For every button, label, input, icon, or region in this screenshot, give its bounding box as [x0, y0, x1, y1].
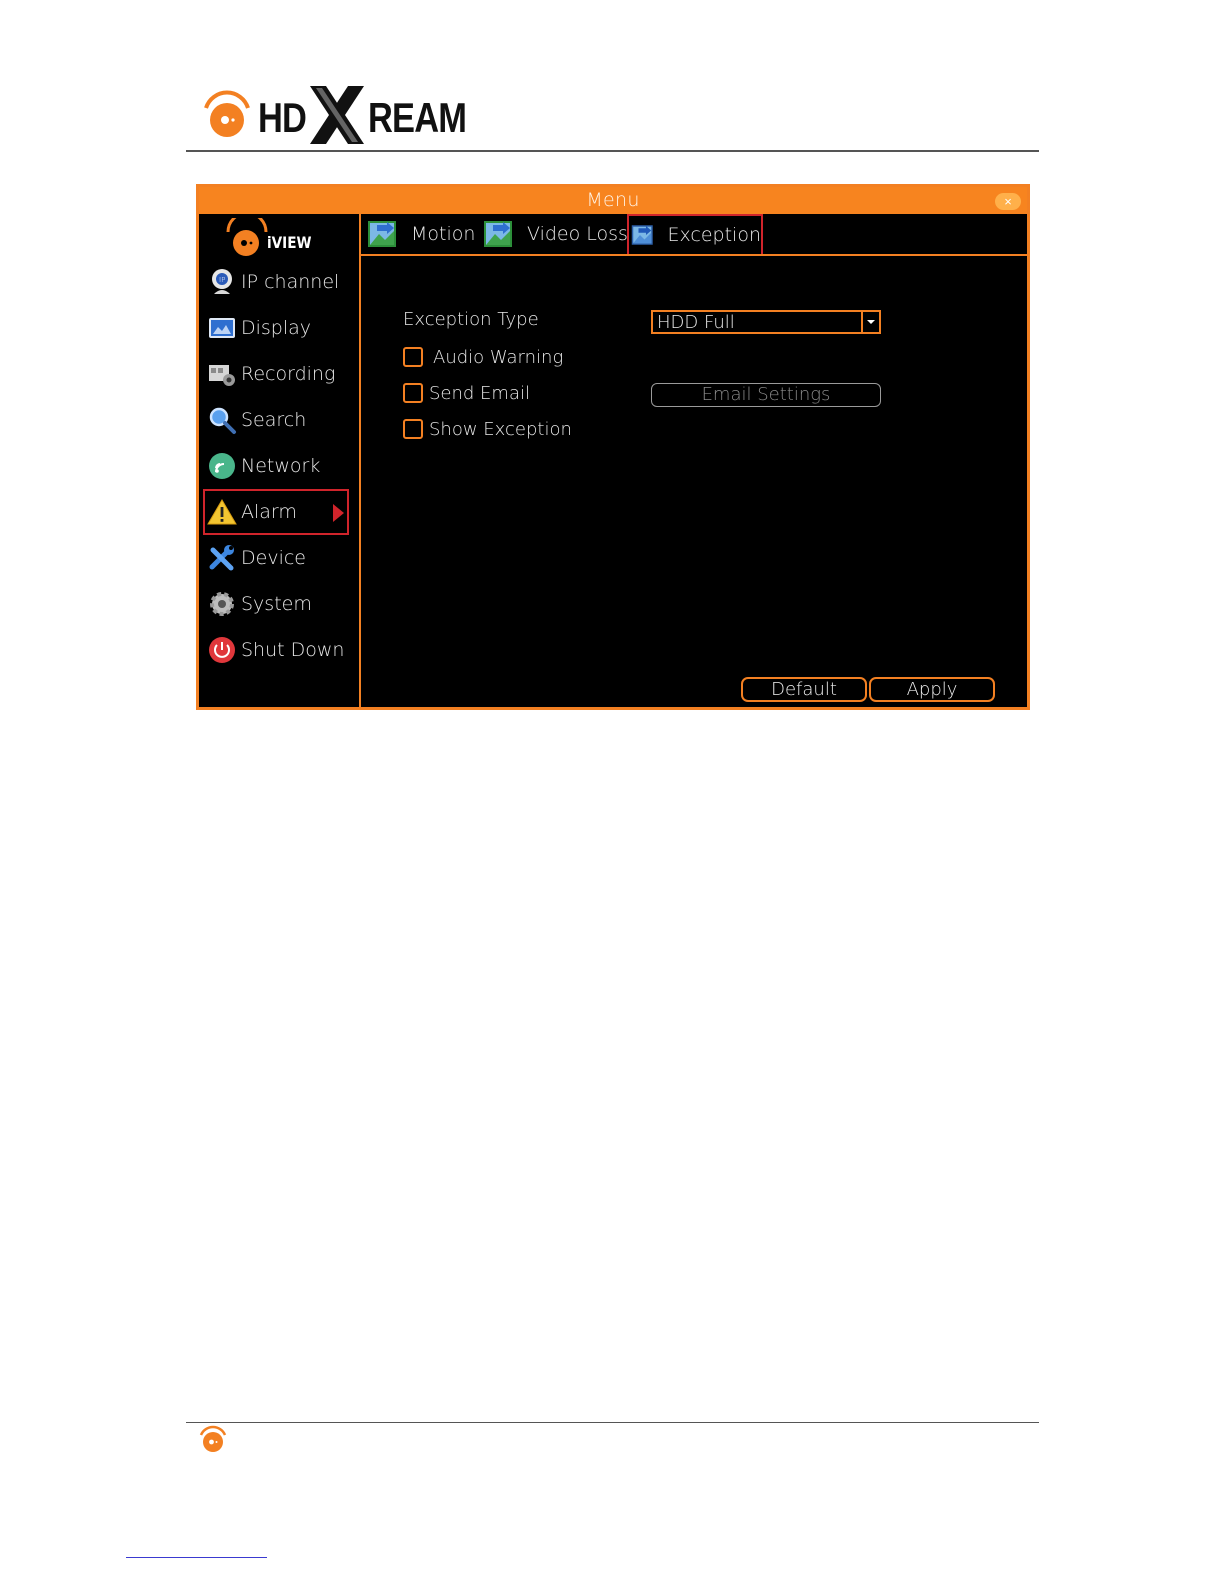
recording-icon [209, 365, 235, 386]
sidebar-item-alarm[interactable]: Alarm [203, 489, 349, 535]
power-icon [209, 637, 235, 663]
alarm-warning-icon [207, 499, 237, 525]
video-loss-icon [484, 221, 512, 247]
iview-logo-text: iVIEW [267, 233, 312, 252]
header-rule [186, 150, 1039, 152]
exception-icon [631, 225, 653, 245]
sidebar-item-system[interactable]: System [203, 581, 349, 627]
sidebar-item-network[interactable]: Network [203, 443, 349, 489]
brand-word-ream: REAM [368, 94, 467, 141]
exception-type-label: Exception Type [403, 309, 539, 330]
tab-bar: Motion Video Loss Exception [361, 214, 1027, 256]
camera-lens-logo-icon [199, 1425, 227, 1452]
motion-icon [368, 221, 396, 247]
sidebar-item-ip-channel[interactable]: IP IP channel [203, 259, 349, 305]
show-exception-option[interactable]: Show Exception [403, 417, 572, 441]
send-email-label: Send Email [429, 382, 530, 404]
sidebar-item-search[interactable]: Search [203, 397, 349, 443]
tab-label: Video Loss [527, 223, 628, 245]
sidebar-item-device[interactable]: Device [203, 535, 349, 581]
close-icon: × [1004, 194, 1012, 209]
sidebar: iVIEW IP IP channel Display Recording Se… [199, 214, 361, 707]
sidebar-item-label: Recording [241, 363, 336, 385]
network-icon [209, 453, 235, 479]
title-bar: Menu × [199, 187, 1027, 214]
close-button[interactable]: × [995, 193, 1021, 210]
exception-type-select[interactable]: HDD Full [651, 310, 881, 334]
sidebar-item-label: Search [241, 409, 307, 431]
system-gear-icon [210, 592, 234, 616]
submenu-arrow-icon [333, 504, 344, 522]
tab-motion[interactable]: Motion [367, 216, 475, 252]
show-exception-checkbox[interactable] [403, 419, 423, 439]
sidebar-item-label: Shut Down [241, 639, 345, 661]
sidebar-item-label: IP channel [241, 271, 340, 293]
sidebar-item-display[interactable]: Display [203, 305, 349, 351]
send-email-option[interactable]: Send Email [403, 381, 530, 405]
apply-button[interactable]: Apply [869, 677, 995, 702]
sidebar-item-label: Alarm [241, 501, 297, 523]
camera-lens-logo-icon [204, 90, 250, 137]
dvr-menu-window: Menu × iVIEW IP IP channel Display Recor… [196, 184, 1030, 710]
chevron-down-icon [861, 312, 879, 332]
footer-rule [186, 1422, 1039, 1423]
send-email-checkbox[interactable] [403, 383, 423, 403]
device-tools-icon [209, 545, 234, 571]
tab-exception[interactable]: Exception [627, 214, 763, 254]
show-exception-label: Show Exception [429, 418, 572, 440]
exception-type-value: HDD Full [657, 312, 735, 333]
tab-label: Motion [411, 223, 476, 245]
footer-link-underline[interactable] [126, 1557, 267, 1558]
tab-video-loss[interactable]: Video Loss [483, 216, 628, 252]
email-settings-button[interactable]: Email Settings [651, 383, 881, 407]
ip-camera-icon: IP [212, 269, 232, 294]
sidebar-item-label: System [241, 593, 312, 615]
sidebar-item-recording[interactable]: Recording [203, 351, 349, 397]
sidebar-item-shut-down[interactable]: Shut Down [203, 627, 349, 673]
sidebar-item-label: Device [241, 547, 306, 569]
search-icon [209, 407, 236, 434]
display-icon [209, 318, 235, 338]
sidebar-item-label: Display [241, 317, 312, 339]
sidebar-item-label: Network [241, 455, 321, 477]
audio-warning-option[interactable]: Audio Warning [403, 345, 563, 369]
window-title: Menu [586, 189, 640, 211]
sidebar-menu: IP IP channel Display Recording Search N… [203, 259, 349, 673]
audio-warning-label: Audio Warning [433, 346, 564, 368]
svg-text:IP: IP [219, 276, 225, 284]
audio-warning-checkbox[interactable] [403, 347, 423, 367]
exception-settings-form: Exception Type HDD Full Audio Warning Se… [361, 257, 1027, 707]
iview-lens-icon [226, 218, 268, 256]
tab-label: Exception [667, 224, 761, 246]
default-button[interactable]: Default [741, 677, 867, 702]
iview-logo: iVIEW [225, 218, 335, 258]
brand-word-hd: HD [258, 94, 307, 141]
brand-logo: HD X REAM [200, 84, 470, 148]
brand-x-mark [310, 86, 364, 144]
